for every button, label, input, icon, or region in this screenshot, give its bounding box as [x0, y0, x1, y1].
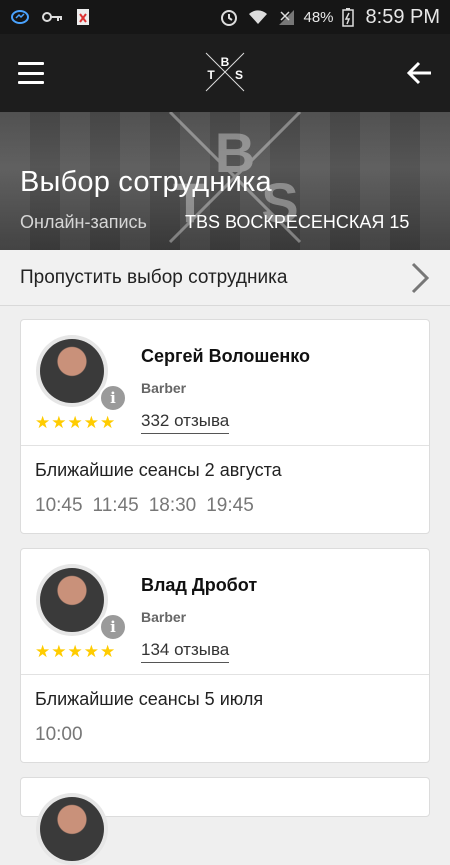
alarm-icon [221, 10, 238, 26]
reviews-link[interactable]: 332 отзыва [141, 411, 230, 434]
status-bar: 48% 8:59 PM [0, 0, 450, 34]
messenger-icon [11, 10, 29, 24]
page-subtitle: Онлайн-запись [20, 212, 147, 232]
time-slot[interactable]: 10:45 [35, 495, 83, 517]
reviews-link[interactable]: 134 отзыва [141, 640, 230, 663]
sessions-title: Ближайшие сеансы 2 августа [35, 460, 282, 480]
menu-icon[interactable] [18, 62, 44, 84]
sessions-title: Ближайшие сеансы 5 июля [35, 689, 264, 709]
file-error-icon [77, 9, 89, 25]
page-title: Выбор сотрудника [20, 166, 272, 198]
clock: 8:59 PM [365, 5, 440, 28]
time-slot[interactable]: 19:45 [206, 495, 254, 517]
battery-percent: 48% [303, 8, 334, 26]
branch-address: TBS ВОСКРЕСЕНСКАЯ 15 [185, 212, 410, 232]
employee-card[interactable] [20, 777, 430, 865]
battery-charging-icon [341, 8, 354, 27]
skip-employee-selection-button[interactable]: Пропустить выбор сотрудника [0, 250, 450, 306]
signal-icon [279, 10, 295, 25]
wifi-icon [249, 10, 268, 24]
employee-name[interactable]: Сергей Волошенко [141, 346, 310, 367]
time-slot[interactable]: 11:45 [93, 495, 139, 517]
info-icon[interactable]: i [99, 384, 127, 412]
brand-logo: B T S [205, 52, 245, 92]
chevron-right-icon [411, 262, 430, 294]
avatar[interactable] [36, 335, 108, 407]
employee-card[interactable]: i ★★★★★ Сергей Волошенко Barber 332 отзы… [20, 319, 430, 534]
svg-text:T: T [207, 68, 215, 82]
time-slot[interactable]: 10:00 [35, 724, 83, 746]
svg-text:B: B [221, 55, 230, 69]
divider [21, 674, 429, 675]
info-icon[interactable]: i [99, 613, 127, 641]
avatar[interactable] [36, 564, 108, 636]
time-slots: 10:45 11:45 18:30 19:45 [35, 495, 254, 517]
time-slots: 10:00 [35, 724, 83, 746]
hero-banner: B T S Выбор сотрудника Онлайн-запись TBS… [0, 112, 450, 250]
divider [21, 445, 429, 446]
rating-stars: ★★★★★ [35, 642, 117, 661]
employee-card[interactable]: i ★★★★★ Влад Дробот Barber 134 отзыва Бл… [20, 548, 430, 763]
employee-role: Barber [141, 609, 187, 625]
svg-text:S: S [235, 68, 243, 82]
avatar[interactable] [36, 793, 108, 865]
rating-stars: ★★★★★ [35, 413, 117, 432]
employee-role: Barber [141, 380, 187, 396]
skip-label: Пропустить выбор сотрудника [20, 267, 288, 288]
time-slot[interactable]: 18:30 [149, 495, 197, 517]
app-bar: B T S [0, 34, 450, 112]
back-arrow-icon[interactable] [407, 60, 433, 86]
key-icon [42, 12, 62, 22]
employee-name[interactable]: Влад Дробот [141, 575, 257, 596]
